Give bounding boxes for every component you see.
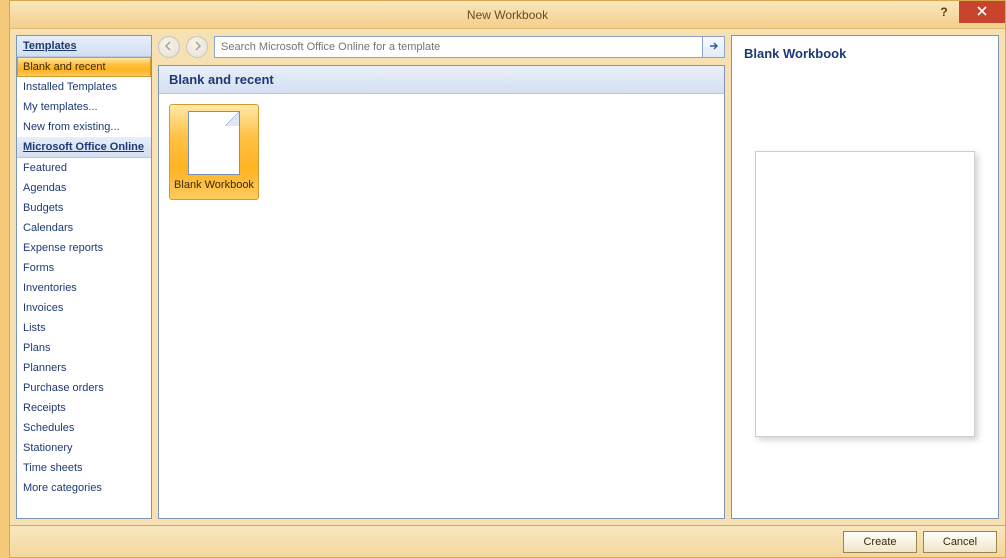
preview-title: Blank Workbook (744, 46, 986, 61)
sidebar-item[interactable]: Planners (17, 358, 151, 378)
preview-page-thumbnail (755, 151, 975, 437)
sidebar-item[interactable]: Featured (17, 158, 151, 178)
templates-sidebar[interactable]: TemplatesBlank and recentInstalled Templ… (16, 35, 152, 519)
arrow-right-icon (192, 40, 202, 54)
sidebar-item[interactable]: Receipts (17, 398, 151, 418)
cancel-button[interactable]: Cancel (923, 531, 997, 553)
search-go-button[interactable] (702, 37, 724, 57)
sidebar-item[interactable]: Lists (17, 318, 151, 338)
sidebar-item[interactable]: My templates... (17, 97, 151, 117)
create-button[interactable]: Create (843, 531, 917, 553)
window-title: New Workbook (467, 8, 548, 22)
template-tile-blank-workbook[interactable]: Blank Workbook (169, 104, 259, 200)
sidebar-item[interactable]: Agendas (17, 178, 151, 198)
content-body: Blank Workbook (159, 94, 724, 518)
sidebar-item[interactable]: More categories (17, 478, 151, 498)
preview-panel: Blank Workbook (731, 35, 999, 519)
arrow-go-icon (709, 40, 719, 54)
sidebar-header-office-online: Microsoft Office Online (17, 137, 151, 158)
search-input[interactable] (215, 37, 702, 57)
nav-back-button[interactable] (158, 36, 180, 58)
content-panel: Blank and recent Blank Workbook (158, 65, 725, 519)
nav-forward-button[interactable] (186, 36, 208, 58)
sidebar-item[interactable]: Schedules (17, 418, 151, 438)
sidebar-item[interactable]: Purchase orders (17, 378, 151, 398)
sidebar-item[interactable]: Budgets (17, 198, 151, 218)
titlebar-buttons: ? (929, 1, 1005, 23)
titlebar: New Workbook ? (10, 1, 1005, 29)
close-icon (977, 5, 987, 19)
sidebar-item[interactable]: Time sheets (17, 458, 151, 478)
sidebar-header-templates: Templates (17, 36, 151, 57)
sidebar-item[interactable]: Calendars (17, 218, 151, 238)
help-button[interactable]: ? (929, 1, 959, 23)
sidebar-item[interactable]: Expense reports (17, 238, 151, 258)
close-button[interactable] (959, 1, 1005, 23)
dialog-footer: Create Cancel (10, 525, 1005, 557)
document-icon (188, 111, 240, 175)
new-workbook-dialog: New Workbook ? TemplatesBlank and recent… (9, 0, 1006, 558)
search-box (214, 36, 725, 58)
arrow-left-icon (164, 40, 174, 54)
sidebar-item[interactable]: Blank and recent (17, 57, 151, 77)
sidebar-item[interactable]: New from existing... (17, 117, 151, 137)
sidebar-item[interactable]: Forms (17, 258, 151, 278)
center-column: Blank and recent Blank Workbook (158, 35, 725, 519)
sidebar-item[interactable]: Inventories (17, 278, 151, 298)
template-tile-label: Blank Workbook (174, 179, 254, 191)
sidebar-item[interactable]: Invoices (17, 298, 151, 318)
dialog-body: TemplatesBlank and recentInstalled Templ… (10, 29, 1005, 525)
content-header: Blank and recent (159, 66, 724, 94)
sidebar-item[interactable]: Installed Templates (17, 77, 151, 97)
sidebar-item[interactable]: Plans (17, 338, 151, 358)
toolbar (158, 35, 725, 59)
sidebar-item[interactable]: Stationery (17, 438, 151, 458)
